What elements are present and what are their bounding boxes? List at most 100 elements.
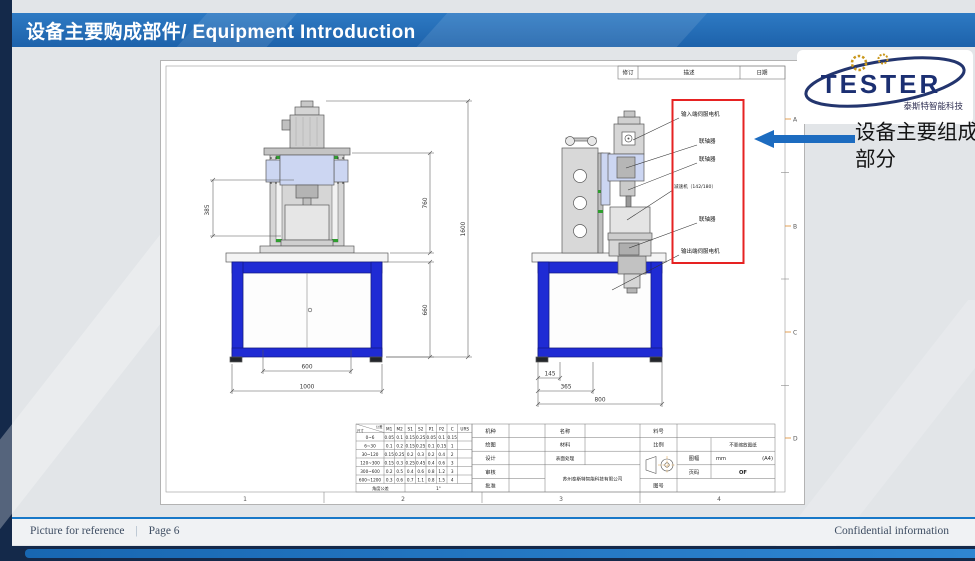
dim-front-col: 760 <box>423 197 429 208</box>
zone-letter: B <box>793 224 797 231</box>
svg-text:0.6: 0.6 <box>396 478 403 483</box>
svg-text:机种: 机种 <box>485 427 495 435</box>
dim-front-door: 600 <box>301 365 312 371</box>
dim-side-a: 145 <box>544 372 555 378</box>
svg-text:M1: M1 <box>386 427 393 432</box>
svg-text:0.3: 0.3 <box>386 478 393 483</box>
svg-text:(A4): (A4) <box>762 456 773 462</box>
svg-text:审核: 审核 <box>485 468 495 476</box>
svg-text:URS: URS <box>460 427 469 432</box>
svg-text:1.1: 1.1 <box>417 478 424 483</box>
component-label: 联轴器 <box>699 155 716 163</box>
dim-front-table: 660 <box>423 304 429 315</box>
svg-text:0.05: 0.05 <box>385 435 395 440</box>
tol-angle-value: 1° <box>436 486 441 491</box>
component-label: 输出端伺服电机 <box>681 247 720 255</box>
svg-text:0.2: 0.2 <box>407 452 414 457</box>
svg-text:0.7: 0.7 <box>407 478 414 483</box>
tol-corner-top: 公差 <box>376 424 383 429</box>
svg-text:0.5: 0.5 <box>396 469 403 474</box>
svg-text:0.45: 0.45 <box>416 461 426 466</box>
svg-text:0.25: 0.25 <box>406 461 416 466</box>
revision-col: 修订 <box>622 69 634 77</box>
svg-text:0.1: 0.1 <box>386 444 393 449</box>
zone-number: 3 <box>559 496 563 503</box>
svg-text:0.6: 0.6 <box>417 469 424 474</box>
svg-text:30~120: 30~120 <box>362 452 379 457</box>
svg-text:0.15: 0.15 <box>385 461 395 466</box>
footer-separator: | <box>135 525 137 537</box>
svg-text:1: 1 <box>451 444 454 449</box>
svg-text:图号: 图号 <box>653 482 663 489</box>
svg-text:0.2: 0.2 <box>396 444 403 449</box>
svg-text:mm: mm <box>716 456 726 462</box>
svg-text:600~1200: 600~1200 <box>359 478 381 483</box>
page-title: 设备主要购成部件/ Equipment Introduction <box>26 17 416 44</box>
svg-text:0.25: 0.25 <box>416 444 426 449</box>
svg-text:0~6: 0~6 <box>366 435 375 440</box>
svg-text:3: 3 <box>451 461 454 466</box>
svg-text:2: 2 <box>451 452 454 457</box>
slide-page: 设备主要购成部件/ Equipment Introduction A B C D… <box>0 0 975 561</box>
svg-text:0.1: 0.1 <box>396 435 403 440</box>
company-name: 苏州泰斯特智能科技有限公司 <box>563 476 623 483</box>
svg-text:4: 4 <box>451 478 454 483</box>
svg-text:0.4: 0.4 <box>438 452 445 457</box>
confidential-label: Confidential information <box>834 525 949 537</box>
svg-text:0.15: 0.15 <box>448 435 458 440</box>
svg-text:300~600: 300~600 <box>360 469 380 474</box>
svg-text:6~30: 6~30 <box>364 444 376 449</box>
svg-text:图幅: 图幅 <box>689 454 699 462</box>
dim-side-b: 365 <box>560 385 571 391</box>
svg-text:0.4: 0.4 <box>428 461 435 466</box>
svg-text:页码: 页码 <box>689 468 699 476</box>
svg-text:P2: P2 <box>439 427 445 432</box>
svg-text:M2: M2 <box>397 427 404 432</box>
footer: Picture for reference | Page 6 Confident… <box>12 519 975 545</box>
svg-text:0.15: 0.15 <box>437 444 447 449</box>
zone-number: 2 <box>401 496 405 503</box>
svg-text:批准: 批准 <box>485 481 495 489</box>
dim-front-base: 1000 <box>300 385 315 391</box>
revision-col: 日期 <box>756 70 768 77</box>
svg-text:绘图: 绘图 <box>485 441 495 449</box>
svg-text:0.15: 0.15 <box>406 444 416 449</box>
svg-text:3: 3 <box>451 469 454 474</box>
revision-col: 描述 <box>683 69 695 77</box>
header-streak <box>417 13 708 47</box>
svg-text:0.25: 0.25 <box>395 452 405 457</box>
svg-text:OF: OF <box>739 470 747 476</box>
company-logo: TESTER 泰斯特智能科技 <box>797 50 973 124</box>
svg-text:0.3: 0.3 <box>417 452 424 457</box>
component-label: 联轴器 <box>699 137 716 145</box>
logo-brand: TESTER <box>821 69 942 99</box>
component-label: 减速机（142/180） <box>674 183 716 190</box>
svg-text:材料: 材料 <box>560 441 570 449</box>
svg-text:S2: S2 <box>418 427 424 432</box>
tol-angle-label: 角度公差 <box>372 485 389 492</box>
component-label: 输入端伺服电机 <box>681 110 720 118</box>
svg-text:1.5: 1.5 <box>438 478 445 483</box>
svg-text:1.2: 1.2 <box>438 469 445 474</box>
svg-text:0.6: 0.6 <box>438 461 445 466</box>
svg-text:0.8: 0.8 <box>428 478 435 483</box>
dim-front-total: 1600 <box>461 221 467 236</box>
svg-text:0.2: 0.2 <box>428 452 435 457</box>
logo-subtitle: 泰斯特智能科技 <box>903 101 963 112</box>
tol-corner-bottom: 尺寸 <box>357 428 364 433</box>
svg-text:C: C <box>451 427 454 432</box>
svg-text:设计: 设计 <box>485 454 495 462</box>
page-number: Page 6 <box>149 525 180 537</box>
svg-text:料号: 料号 <box>653 427 663 435</box>
zone-letter: D <box>793 436 798 443</box>
svg-text:120~300: 120~300 <box>360 461 380 466</box>
svg-text:0.1: 0.1 <box>428 444 435 449</box>
bottom-accent-bar <box>25 549 975 558</box>
svg-text:0.8: 0.8 <box>428 469 435 474</box>
svg-text:0.05: 0.05 <box>427 435 437 440</box>
svg-text:0.4: 0.4 <box>407 469 414 474</box>
background-chevron <box>776 300 975 546</box>
svg-text:不要缩放图纸: 不要缩放图纸 <box>729 442 757 449</box>
zone-number: 4 <box>717 496 721 503</box>
footer-note: Picture for reference <box>30 525 125 537</box>
